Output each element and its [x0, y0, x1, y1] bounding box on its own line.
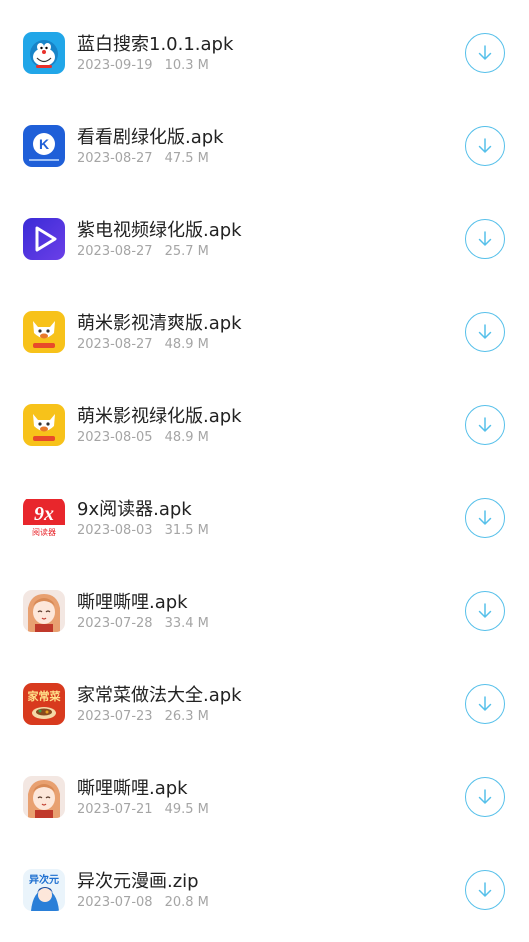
download-button[interactable]	[465, 312, 505, 352]
file-meta: 2023-08-27 25.7 M	[77, 244, 209, 259]
doraemon-app-icon	[23, 32, 65, 74]
anime-girl-app-icon	[23, 776, 65, 818]
file-date: 2023-08-05	[77, 430, 153, 445]
file-size: 49.5 M	[164, 802, 209, 817]
file-name: 嘶哩嘶哩.apk	[77, 778, 188, 799]
file-size: 31.5 M	[164, 523, 209, 538]
file-name: 嘶哩嘶哩.apk	[77, 592, 188, 613]
cooking-logo-text: 家常菜	[28, 689, 62, 703]
file-name: 蓝白搜索1.0.1.apk	[77, 34, 234, 55]
file-row[interactable]: 蓝白搜索1.0.1.apk 2023-09-19 10.3 M	[0, 10, 529, 103]
file-row[interactable]: 嘶哩嘶哩.apk 2023-07-28 33.4 M	[0, 568, 529, 661]
file-row[interactable]: 9x 阅读器 9x阅读器.apk 2023-08-03 31.5 M	[0, 475, 529, 568]
file-name: 萌米影视清爽版.apk	[77, 313, 242, 334]
download-arrow-icon	[478, 324, 492, 339]
kankan-k-app-icon: K	[23, 125, 65, 167]
download-button[interactable]	[465, 870, 505, 910]
home-cooking-app-icon: 家常菜	[23, 683, 65, 725]
file-size: 10.3 M	[164, 58, 209, 73]
download-button[interactable]	[465, 684, 505, 724]
9x-logo-text: 9x	[34, 503, 54, 525]
download-arrow-icon	[478, 417, 492, 432]
download-arrow-icon	[478, 603, 492, 618]
file-date: 2023-07-23	[77, 709, 153, 724]
mengmi-app-icon	[23, 404, 65, 446]
file-meta: 2023-07-08 20.8 M	[77, 895, 209, 910]
file-size: 47.5 M	[164, 151, 209, 166]
download-button[interactable]	[465, 219, 505, 259]
kankan-letter: K	[39, 136, 49, 152]
file-row[interactable]: 异次元 异次元漫画.zip 2023-07-08 20.8 M	[0, 847, 529, 940]
file-row[interactable]: 紫电视频绿化版.apk 2023-08-27 25.7 M	[0, 196, 529, 289]
file-date: 2023-09-19	[77, 58, 153, 73]
file-size: 33.4 M	[164, 616, 209, 631]
file-meta: 2023-08-27 48.9 M	[77, 337, 209, 352]
file-row[interactable]: 萌米影视清爽版.apk 2023-08-27 48.9 M	[0, 289, 529, 382]
purple-play-app-icon	[23, 218, 65, 260]
file-date: 2023-08-27	[77, 244, 153, 259]
file-row[interactable]: 家常菜 家常菜做法大全.apk 2023-07-23 26.3 M	[0, 661, 529, 754]
9x-reader-app-icon: 9x 阅读器	[23, 497, 65, 539]
file-date: 2023-07-21	[77, 802, 153, 817]
file-meta: 2023-09-19 10.3 M	[77, 58, 209, 73]
download-arrow-icon	[478, 231, 492, 246]
file-meta: 2023-08-05 48.9 M	[77, 430, 209, 445]
download-arrow-icon	[478, 696, 492, 711]
download-button[interactable]	[465, 591, 505, 631]
file-row[interactable]: 萌米影视绿化版.apk 2023-08-05 48.9 M	[0, 382, 529, 475]
download-arrow-icon	[478, 510, 492, 525]
file-date: 2023-07-28	[77, 616, 153, 631]
file-name: 看看剧绿化版.apk	[77, 127, 224, 148]
file-date: 2023-08-03	[77, 523, 153, 538]
file-size: 48.9 M	[164, 430, 209, 445]
file-size: 20.8 M	[164, 895, 209, 910]
download-arrow-icon	[478, 882, 492, 897]
file-size: 25.7 M	[164, 244, 209, 259]
file-name: 家常菜做法大全.apk	[77, 685, 242, 706]
download-button[interactable]	[465, 777, 505, 817]
file-meta: 2023-08-27 47.5 M	[77, 151, 209, 166]
download-arrow-icon	[478, 45, 492, 60]
yiciyuan-comic-app-icon: 异次元	[23, 869, 65, 911]
file-size: 26.3 M	[164, 709, 209, 724]
file-row[interactable]: K 看看剧绿化版.apk 2023-08-27 47.5 M	[0, 103, 529, 196]
download-button[interactable]	[465, 33, 505, 73]
download-arrow-icon	[478, 789, 492, 804]
download-button[interactable]	[465, 498, 505, 538]
9x-logo-subtext: 阅读器	[32, 527, 56, 537]
file-name: 9x阅读器.apk	[77, 499, 192, 520]
file-date: 2023-08-27	[77, 337, 153, 352]
mengmi-app-icon	[23, 311, 65, 353]
file-meta: 2023-08-03 31.5 M	[77, 523, 209, 538]
file-date: 2023-08-27	[77, 151, 153, 166]
anime-girl-app-icon	[23, 590, 65, 632]
file-meta: 2023-07-28 33.4 M	[77, 616, 209, 631]
file-name: 异次元漫画.zip	[77, 871, 199, 892]
download-button[interactable]	[465, 405, 505, 445]
file-name: 紫电视频绿化版.apk	[77, 220, 242, 241]
download-button[interactable]	[465, 126, 505, 166]
file-row[interactable]: 嘶哩嘶哩.apk 2023-07-21 49.5 M	[0, 754, 529, 847]
file-size: 48.9 M	[164, 337, 209, 352]
download-arrow-icon	[478, 138, 492, 153]
file-name: 萌米影视绿化版.apk	[77, 406, 242, 427]
yiciyuan-logo-text: 异次元	[29, 873, 59, 886]
file-meta: 2023-07-21 49.5 M	[77, 802, 209, 817]
file-date: 2023-07-08	[77, 895, 153, 910]
file-meta: 2023-07-23 26.3 M	[77, 709, 209, 724]
